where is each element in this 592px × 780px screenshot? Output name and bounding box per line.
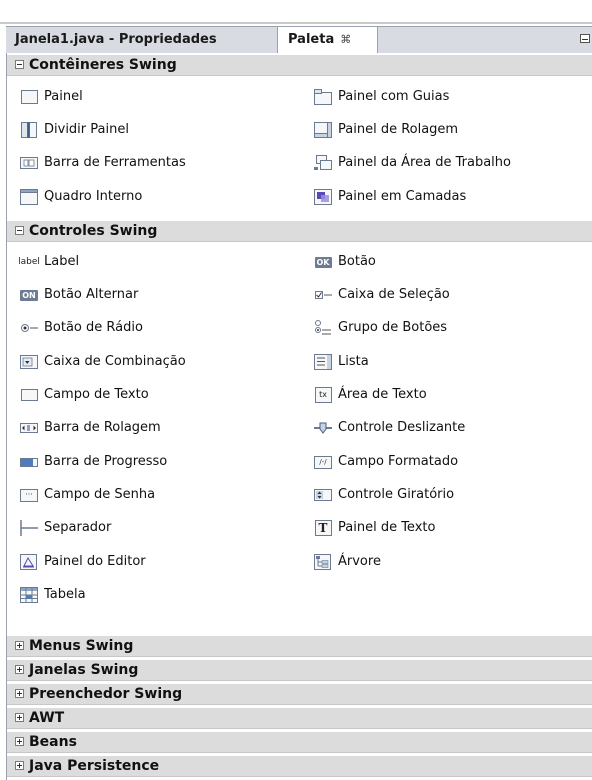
- editor-pane-icon: [19, 552, 39, 572]
- category-label: Contêineres Swing: [29, 57, 177, 73]
- item-label: Painel em Camadas: [338, 189, 467, 204]
- item-label: Caixa de Combinação: [44, 354, 186, 369]
- scrollbar-icon: [19, 418, 39, 438]
- button-icon: OK: [314, 256, 332, 268]
- expand-icon[interactable]: [15, 689, 24, 698]
- collapse-icon[interactable]: [15, 226, 24, 235]
- category-persistence[interactable]: Java Persistence: [7, 756, 592, 777]
- label-icon: label: [18, 257, 40, 267]
- item-label: Controle Deslizante: [338, 420, 466, 435]
- collapse-icon[interactable]: [15, 60, 24, 69]
- item-label: Campo de Texto: [44, 387, 149, 402]
- desktop-pane-icon: [313, 153, 333, 173]
- item-label: Painel com Guias: [338, 89, 450, 104]
- item-label: Quadro Interno: [44, 189, 143, 204]
- category-awt[interactable]: AWT: [7, 708, 592, 729]
- top-strip: [0, 0, 592, 24]
- close-icon[interactable]: ⌘: [340, 33, 351, 46]
- item-label: Painel de Rolagem: [338, 122, 459, 137]
- palette-panel: Contêineres Swing Painel Painel com Guia…: [6, 53, 592, 780]
- category-label: Preenchedor Swing: [29, 686, 183, 702]
- tabbed-pane-icon: [313, 87, 333, 107]
- tree-icon: [313, 552, 333, 572]
- item-label: Dividir Painel: [44, 122, 129, 137]
- expand-icon[interactable]: [15, 665, 24, 674]
- minimize-icon[interactable]: [580, 34, 590, 43]
- item-label: Painel: [44, 89, 83, 104]
- layered-pane-icon: [313, 187, 333, 207]
- tab-palette-label: Paleta: [288, 32, 335, 47]
- category-filler[interactable]: Preenchedor Swing: [7, 684, 592, 705]
- progress-bar-icon: [19, 452, 39, 472]
- combo-box-icon: [19, 352, 39, 372]
- item-label: Painel do Editor: [44, 554, 146, 569]
- expand-icon[interactable]: [15, 641, 24, 650]
- tab-bar: Janela1.java - Propriedades Paleta ⌘: [6, 26, 592, 54]
- item-label: Painel de Texto: [338, 520, 436, 535]
- item-label: Botão: [338, 254, 376, 269]
- item-label: Botão Alternar: [44, 287, 139, 302]
- button-group-icon: [313, 318, 333, 338]
- item-label: Lista: [338, 354, 369, 369]
- category-controls[interactable]: Controles Swing: [7, 221, 592, 242]
- item-label: Controle Giratório: [338, 487, 455, 502]
- category-menus[interactable]: Menus Swing: [7, 636, 592, 657]
- item-label: Caixa de Seleção: [338, 287, 450, 302]
- category-label: Java Persistence: [29, 758, 160, 774]
- text-area-icon: tx: [313, 385, 333, 405]
- scroll-pane-icon: [313, 120, 333, 140]
- tab-properties-label: Janela1.java - Propriedades: [15, 32, 217, 47]
- internal-frame-icon: [19, 187, 39, 207]
- item-label: Label: [44, 254, 80, 269]
- item-label: Separador: [44, 520, 112, 535]
- item-label: Campo Formatado: [338, 454, 459, 469]
- item-label: Painel da Área de Trabalho: [338, 155, 511, 170]
- list-icon: [313, 352, 333, 372]
- category-label: Controles Swing: [29, 223, 158, 239]
- expand-icon[interactable]: [15, 761, 24, 770]
- tab-properties[interactable]: Janela1.java - Propriedades: [6, 27, 278, 53]
- password-field-icon: ···: [19, 485, 39, 505]
- item-label: Barra de Progresso: [44, 454, 168, 469]
- text-field-icon: [19, 385, 39, 405]
- separator-icon: [19, 518, 39, 538]
- table-icon: [19, 585, 39, 605]
- item-label: Campo de Senha: [44, 487, 156, 502]
- item-label: Área de Texto: [338, 387, 427, 402]
- formatted-field-icon: /-/: [313, 452, 333, 472]
- text-pane-icon: T: [313, 518, 333, 538]
- toolbar-icon: [19, 153, 39, 173]
- category-containers[interactable]: Contêineres Swing: [7, 55, 592, 76]
- category-label: Beans: [29, 734, 77, 750]
- expand-icon[interactable]: [15, 737, 24, 746]
- item-label: Barra de Ferramentas: [44, 155, 186, 170]
- item-label: Árvore: [338, 554, 381, 569]
- item-label: Barra de Rolagem: [44, 420, 161, 435]
- category-label: Janelas Swing: [29, 662, 139, 678]
- category-windows[interactable]: Janelas Swing: [7, 660, 592, 681]
- panel-icon: [19, 87, 39, 107]
- expand-icon[interactable]: [15, 713, 24, 722]
- item-label: Grupo de Botões: [338, 320, 448, 335]
- category-label: Menus Swing: [29, 638, 134, 654]
- spinner-icon: [313, 485, 333, 505]
- category-label: AWT: [29, 710, 65, 726]
- toggle-button-icon: ON: [20, 289, 38, 301]
- slider-icon: [313, 418, 333, 438]
- item-label: Tabela: [44, 587, 86, 602]
- item-label: Botão de Rádio: [44, 320, 143, 335]
- checkbox-icon: [313, 285, 333, 305]
- radio-button-icon: [19, 318, 39, 338]
- category-beans[interactable]: Beans: [7, 732, 592, 753]
- split-pane-icon: [19, 120, 39, 140]
- tab-palette[interactable]: Paleta ⌘: [278, 27, 378, 53]
